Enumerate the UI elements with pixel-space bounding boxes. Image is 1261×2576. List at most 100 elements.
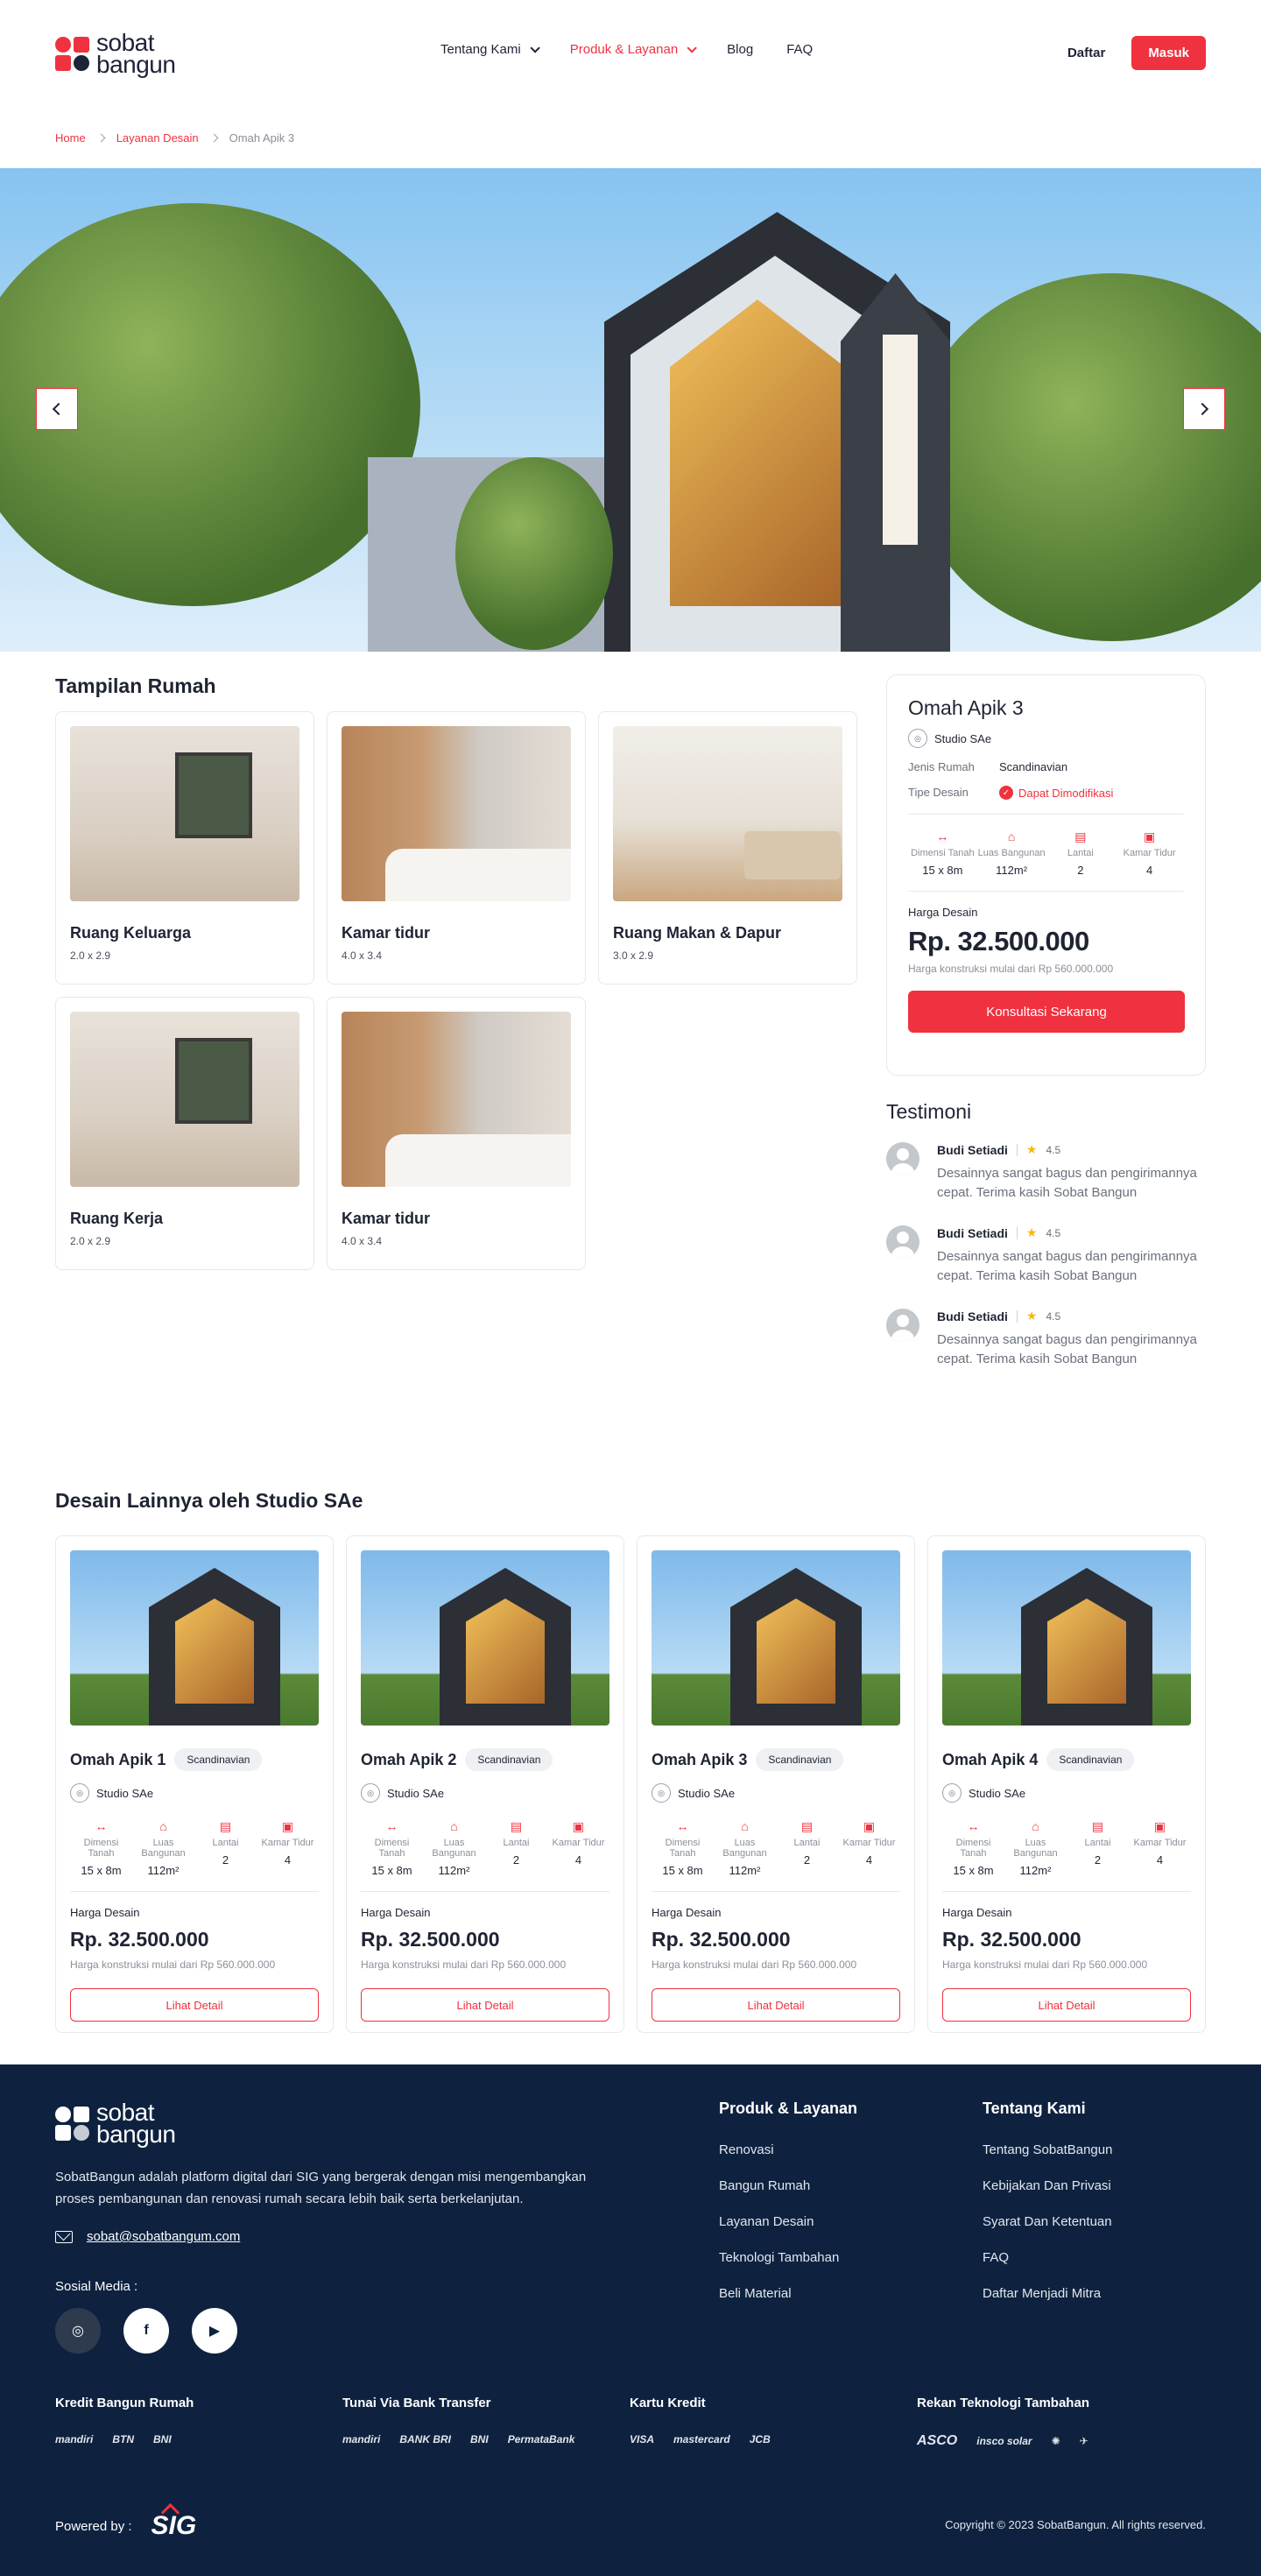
konsultasi-button[interactable]: Konsultasi Sekarang bbox=[908, 991, 1185, 1033]
logo[interactable]: sobat bangun bbox=[55, 31, 176, 77]
arrows-horizontal-icon: ↔ bbox=[95, 1819, 108, 1833]
room-grid: Ruang Keluarga 2.0 x 2.9 Kamar tidur 4.0… bbox=[55, 711, 857, 1270]
carousel-prev-button[interactable] bbox=[36, 388, 78, 430]
copyright: Copyright © 2023 SobatBangun. All rights… bbox=[945, 2518, 1206, 2531]
footer-link[interactable]: Beli Material bbox=[719, 2286, 857, 2301]
lihat-detail-button[interactable]: Lihat Detail bbox=[652, 1988, 900, 2022]
price-note: Harga konstruksi mulai dari Rp 560.000.0… bbox=[942, 1958, 1148, 1971]
style-tag: Scandinavian bbox=[756, 1748, 844, 1771]
design-image[interactable] bbox=[70, 1550, 319, 1726]
lihat-detail-button[interactable]: Lihat Detail bbox=[70, 1988, 319, 2022]
room-size: 3.0 x 2.9 bbox=[613, 949, 654, 962]
stairs-icon: ▤ bbox=[1091, 1819, 1104, 1833]
room-size: 4.0 x 3.4 bbox=[342, 949, 383, 962]
masuk-button[interactable]: Masuk bbox=[1131, 36, 1206, 70]
testimoni-list: Budi Setiadi ★ 4.5 Desainnya sangat bagus … bbox=[886, 1142, 1210, 1392]
footer-link[interactable]: FAQ bbox=[983, 2250, 1112, 2265]
room-name: Kamar tidur bbox=[342, 924, 431, 942]
footer-link[interactable]: Daftar Menjadi Mitra bbox=[983, 2286, 1112, 2301]
hero-tree bbox=[911, 273, 1261, 641]
asco-logo: ASCO bbox=[917, 2433, 958, 2448]
footer-email-link[interactable]: sobat@sobatbangum.com bbox=[55, 2229, 240, 2244]
site-header: sobat bangun Tentang Kami Produk & Layan… bbox=[0, 0, 1261, 107]
room-card[interactable]: Ruang Kerja 2.0 x 2.9 bbox=[55, 997, 314, 1270]
reviewer-name: Budi Setiadi bbox=[937, 1309, 1008, 1323]
studio-logo-icon: ◎ bbox=[942, 1783, 962, 1803]
room-name: Ruang Kerja bbox=[70, 1210, 164, 1227]
carousel-next-button[interactable] bbox=[1183, 388, 1225, 430]
breadcrumb-layanan-desain[interactable]: Layanan Desain bbox=[116, 131, 199, 145]
main-nav: Tentang Kami Produk & Layanan Blog FAQ bbox=[440, 42, 846, 57]
studio-link[interactable]: ◎ Studio SAe bbox=[361, 1783, 609, 1803]
visa-logo: VISA bbox=[630, 2433, 655, 2445]
footer-link[interactable]: Renovasi bbox=[719, 2142, 857, 2157]
chevron-right-icon bbox=[1195, 402, 1209, 416]
footer-link[interactable]: Teknologi Tambahan bbox=[719, 2250, 857, 2265]
bed-icon: ▣ bbox=[281, 1819, 294, 1833]
divider bbox=[908, 814, 1184, 815]
lihat-detail-button[interactable]: Lihat Detail bbox=[361, 1988, 609, 2022]
studio-link[interactable]: ◎ Studio SAe bbox=[908, 729, 1184, 748]
house-icon: ⌂ bbox=[1007, 829, 1016, 843]
house-icon: ⌂ bbox=[450, 1819, 458, 1833]
design-image[interactable] bbox=[942, 1550, 1191, 1726]
design-name: Omah Apik 1 bbox=[70, 1750, 166, 1768]
btn-logo: BTN bbox=[112, 2433, 135, 2445]
footer-link[interactable]: Layanan Desain bbox=[719, 2214, 857, 2229]
jenis-rumah-value: Scandinavian bbox=[999, 760, 1068, 773]
star-icon: ★ bbox=[1025, 1225, 1038, 1239]
design-info-card: Omah Apik 3 ◎ Studio SAe Jenis Rumah Sca… bbox=[886, 674, 1206, 1076]
reviewer-name: Budi Setiadi bbox=[937, 1225, 1008, 1240]
studio-name: Studio SAe bbox=[934, 731, 992, 745]
price-label: Harga Desain bbox=[361, 1906, 431, 1919]
design-name: Omah Apik 2 bbox=[361, 1750, 457, 1768]
stairs-icon: ▤ bbox=[510, 1819, 523, 1833]
price: Rp. 32.500.000 bbox=[908, 926, 1089, 956]
instagram-icon[interactable]: ◎ bbox=[55, 2308, 101, 2354]
footer-col-produk: Produk & Layanan Renovasi Bangun Rumah L… bbox=[719, 2100, 857, 2322]
arrows-horizontal-icon: ↔ bbox=[676, 1819, 689, 1833]
design-specs: ↔ Dimensi Tanah 15 x 8m ⌂ Luas Bangunan 112m… bbox=[942, 1818, 1191, 1877]
bed-icon: ▣ bbox=[572, 1819, 585, 1833]
studio-link[interactable]: ◎ Studio SAe bbox=[652, 1783, 900, 1803]
studio-link[interactable]: ◎ Studio SAe bbox=[942, 1783, 1191, 1803]
lihat-detail-button[interactable]: Lihat Detail bbox=[942, 1988, 1191, 2022]
facebook-icon[interactable]: f bbox=[123, 2308, 169, 2354]
testimoni-item: Budi Setiadi ★ 4.5 Desainnya sangat bagus … bbox=[886, 1309, 1210, 1369]
arrows-horizontal-icon: ↔ bbox=[967, 1819, 980, 1833]
room-card[interactable]: Kamar tidur 4.0 x 3.4 bbox=[327, 997, 586, 1270]
room-name: Ruang Keluarga bbox=[70, 924, 192, 942]
rating: 4.5 bbox=[1046, 1309, 1061, 1323]
breadcrumb-home[interactable]: Home bbox=[55, 131, 86, 145]
daftar-link[interactable]: Daftar bbox=[1067, 46, 1105, 60]
nav-blog[interactable]: Blog bbox=[727, 42, 753, 57]
design-image[interactable] bbox=[652, 1550, 900, 1726]
room-image bbox=[342, 1012, 571, 1187]
nav-faq[interactable]: FAQ bbox=[786, 42, 813, 57]
room-image bbox=[70, 1012, 299, 1187]
room-card[interactable]: Ruang Makan & Dapur 3.0 x 2.9 bbox=[598, 711, 857, 985]
design-card: Omah Apik 2 Scandinavian ◎ Studio SAe ↔ Dim… bbox=[346, 1535, 624, 2033]
spec-dimensi: ↔ Dimensi Tanah 15 x 8m bbox=[908, 829, 977, 877]
rating: 4.5 bbox=[1046, 1226, 1061, 1239]
chevron-right-icon bbox=[96, 133, 106, 142]
design-image[interactable] bbox=[361, 1550, 609, 1726]
avatar bbox=[886, 1225, 919, 1259]
room-size: 2.0 x 2.9 bbox=[70, 1235, 111, 1247]
nav-tentang-kami[interactable]: Tentang Kami bbox=[440, 42, 540, 57]
nav-produk-layanan[interactable]: Produk & Layanan bbox=[570, 42, 697, 57]
footer-link[interactable]: Bangun Rumah bbox=[719, 2178, 857, 2193]
footer-link[interactable]: Kebijakan Dan Privasi bbox=[983, 2178, 1112, 2193]
studio-link[interactable]: ◎ Studio SAe bbox=[70, 1783, 319, 1803]
other-designs-grid: Omah Apik 1 Scandinavian ◎ Studio SAe ↔ Dim… bbox=[55, 1535, 1206, 2033]
room-card[interactable]: Ruang Keluarga 2.0 x 2.9 bbox=[55, 711, 314, 985]
stairs-icon: ▤ bbox=[219, 1819, 232, 1833]
room-card[interactable]: Kamar tidur 4.0 x 3.4 bbox=[327, 711, 586, 985]
studio-logo-icon: ◎ bbox=[652, 1783, 671, 1803]
youtube-icon[interactable]: ▶ bbox=[192, 2308, 237, 2354]
partner-seal-icon: ✺ bbox=[1051, 2435, 1060, 2447]
footer-logo[interactable]: sobat bangun bbox=[55, 2100, 176, 2147]
footer-link[interactable]: Syarat Dan Ketentuan bbox=[983, 2214, 1112, 2229]
footer-link[interactable]: Tentang SobatBangun bbox=[983, 2142, 1112, 2157]
rooms-title: Tampilan Rumah bbox=[55, 674, 216, 697]
